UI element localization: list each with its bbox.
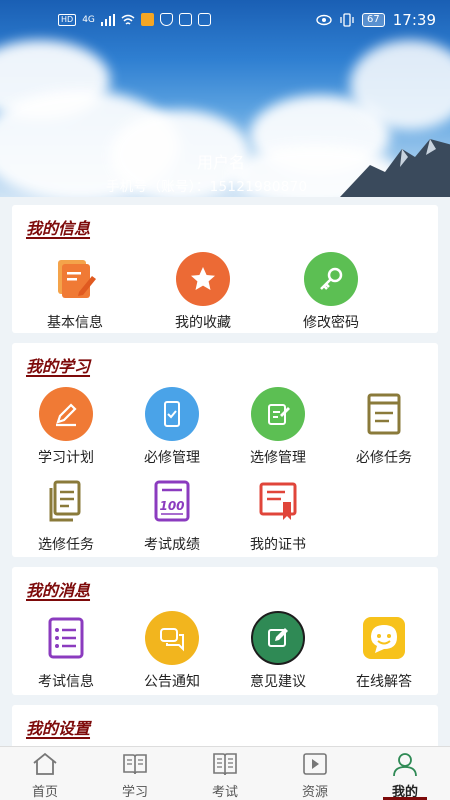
certificate-icon: [259, 482, 297, 520]
phone-check-icon: [164, 401, 180, 427]
documents-icon: [49, 480, 81, 522]
open-book-icon: [123, 754, 147, 775]
signal-icon: [100, 13, 115, 26]
key-icon: [320, 267, 343, 290]
my-study-card: 我的学习 学习计划 必修管理 选修管理 必修任务 选修任务 100 考试成绩 我…: [12, 343, 438, 557]
item-label: 必修管理: [144, 450, 200, 466]
vibrate-icon: [340, 13, 354, 27]
chat-bubbles-icon: [160, 628, 184, 652]
list-icon: [48, 617, 84, 659]
app-icon: [197, 13, 211, 26]
section-title: 我的学习: [26, 357, 91, 376]
home-icon: [33, 752, 57, 775]
elective-management-button[interactable]: 选修管理: [225, 387, 331, 467]
account-phone: 手机号（账号）：15121980870: [106, 179, 308, 195]
item-label: 修改密码: [303, 315, 359, 331]
hd-icon: HD: [58, 13, 77, 26]
mountain-decoration: [340, 139, 450, 197]
nav-label: 资源: [301, 785, 328, 800]
nav-study[interactable]: 学习: [90, 747, 180, 800]
item-label: 考试成绩: [144, 537, 200, 553]
nav-label: 学习: [121, 785, 148, 800]
play-icon: [303, 753, 327, 775]
my-certificates-button[interactable]: 我的证书: [225, 474, 331, 554]
exam-scores-button[interactable]: 100 考试成绩: [119, 474, 225, 554]
pencil-icon: [56, 403, 77, 427]
item-label: 我的收藏: [175, 315, 231, 331]
my-favorites-button[interactable]: 我的收藏: [150, 252, 256, 332]
svg-text:100: 100: [159, 499, 184, 513]
nav-exam[interactable]: 考试: [180, 747, 270, 800]
section-title: 我的设置: [26, 719, 91, 738]
item-label: 必修任务: [356, 450, 412, 466]
profile-header: HD 4G 67 17:39 用户名 手机号（账号）：15121980870: [0, 0, 450, 197]
eye-icon: [316, 14, 332, 26]
item-label: 基本信息: [47, 315, 103, 331]
section-title: 我的消息: [26, 581, 91, 600]
item-label: 学习计划: [38, 450, 94, 466]
feedback-button[interactable]: 意见建议: [225, 611, 331, 691]
item-label: 选修管理: [250, 450, 306, 466]
required-tasks-button[interactable]: 必修任务: [331, 387, 437, 467]
clock: 17:39: [392, 11, 436, 29]
item-label: 选修任务: [38, 537, 94, 553]
study-plan-button[interactable]: 学习计划: [13, 387, 119, 467]
my-messages-card: 我的消息 考试信息 公告通知 意见建议 在线解答: [12, 567, 438, 695]
nav-label: 考试: [211, 785, 238, 800]
star-icon: [191, 267, 215, 290]
nav-label: 首页: [31, 785, 58, 800]
nav-mine[interactable]: 我的: [360, 747, 450, 800]
app-icon: [178, 13, 192, 26]
network-type: 4G: [82, 14, 95, 25]
profile-edit-icon: [58, 260, 96, 298]
item-label: 考试信息: [38, 674, 94, 690]
smiley-icon: [363, 617, 405, 659]
basic-info-button[interactable]: 基本信息: [22, 252, 128, 332]
bottom-navigation: 首页 学习 考试 资源 我的: [0, 746, 450, 800]
feedback-edit-icon: [268, 628, 288, 647]
status-bar: HD 4G 67 17:39: [0, 0, 450, 42]
username: 用户名: [197, 153, 246, 172]
nav-resources[interactable]: 资源: [270, 747, 360, 800]
exam-book-icon: [213, 753, 237, 776]
item-label: 公告通知: [144, 674, 200, 690]
shield-icon: [159, 13, 173, 26]
user-icon: [393, 753, 417, 777]
item-label: 在线解答: [356, 674, 412, 690]
elective-tasks-button[interactable]: 选修任务: [13, 474, 119, 554]
exam-info-button[interactable]: 考试信息: [13, 611, 119, 691]
nav-home[interactable]: 首页: [0, 747, 90, 800]
announcements-button[interactable]: 公告通知: [119, 611, 225, 691]
item-label: 意见建议: [250, 674, 306, 690]
my-info-card: 我的信息 基本信息 我的收藏 修改密码: [12, 205, 438, 333]
note-edit-icon: [268, 404, 290, 425]
section-title: 我的信息: [26, 219, 91, 238]
required-management-button[interactable]: 必修管理: [119, 387, 225, 467]
change-password-button[interactable]: 修改密码: [278, 252, 384, 332]
online-help-button[interactable]: 在线解答: [331, 611, 437, 691]
battery-indicator: 67: [362, 13, 385, 27]
item-label: 我的证书: [250, 537, 306, 553]
score-100-icon: 100: [154, 480, 190, 522]
app-notification-icon: [140, 13, 154, 26]
book-icon: [367, 393, 401, 435]
wifi-icon: [121, 14, 135, 25]
